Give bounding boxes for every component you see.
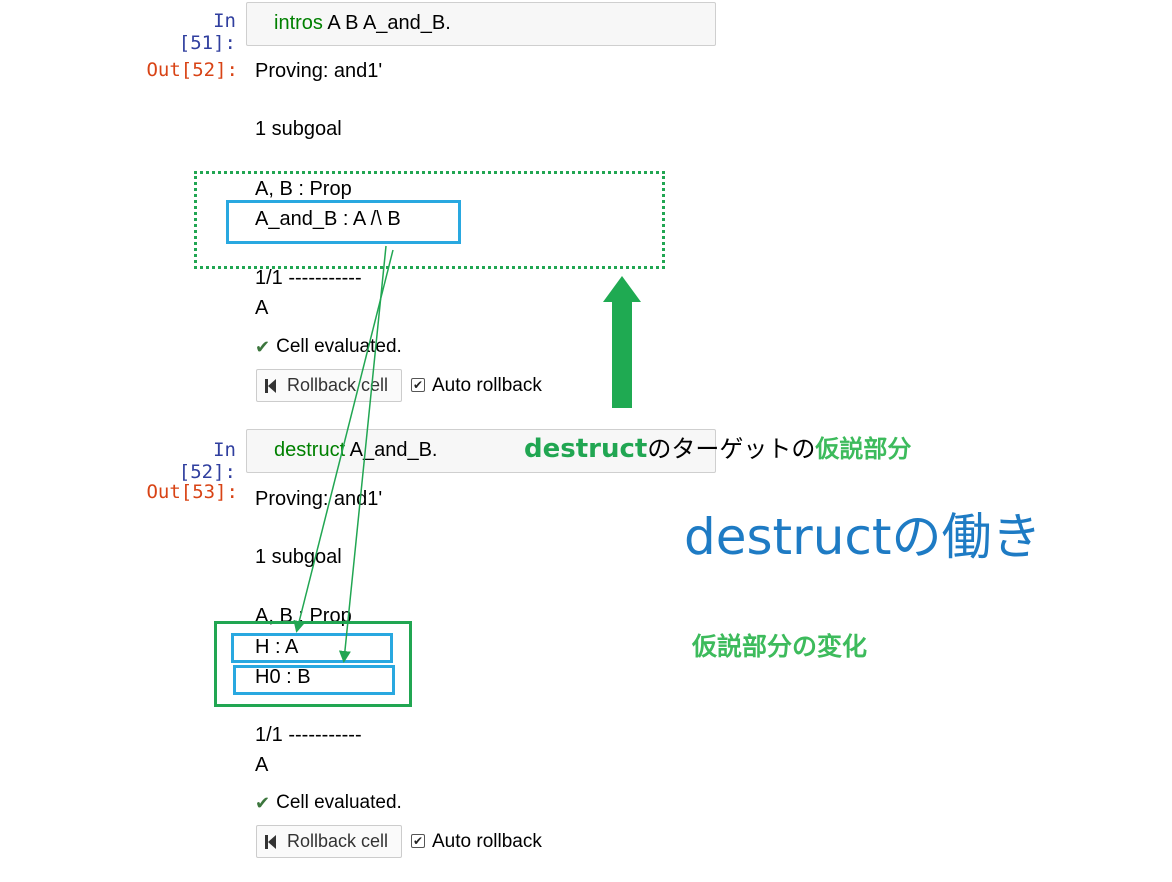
cell-status: ✔ Cell evaluated.	[255, 336, 402, 358]
change-annotation: 仮説部分の変化	[692, 632, 868, 661]
code-keyword: destruct	[274, 439, 346, 461]
goal-separator: 1/1 -----------	[255, 724, 362, 746]
rollback-cell-button[interactable]: Rollback cell	[256, 825, 402, 858]
rollback-label: Rollback cell	[287, 831, 389, 851]
page-title: destructの働き	[684, 508, 1042, 566]
annotation-end: 仮説部分	[815, 435, 912, 463]
goal-separator: 1/1 -----------	[255, 267, 362, 289]
goal-text: A	[255, 297, 269, 319]
out-prompt-52: Out[52]:	[146, 59, 238, 81]
code-rest: A B A_and_B.	[322, 12, 451, 34]
auto-rollback-label: Auto rollback	[432, 375, 542, 396]
status-text: Cell evaluated.	[276, 336, 402, 357]
code-keyword: intros	[274, 12, 323, 34]
in-prompt-52: In [52]:	[178, 439, 236, 483]
auto-rollback-checkbox[interactable]: ✔	[411, 834, 425, 848]
out-prompt-53: Out[53]:	[146, 481, 238, 503]
rollback-label: Rollback cell	[287, 375, 389, 395]
in-prompt-51: In [51]:	[178, 10, 236, 54]
auto-rollback-label: Auto rollback	[432, 831, 542, 852]
subgoal-text: 1 subgoal	[255, 118, 342, 140]
rollback-cell-button[interactable]: Rollback cell	[256, 369, 402, 402]
status-text: Cell evaluated.	[276, 792, 402, 813]
target-annotation: destructのターゲットの仮説部分	[524, 429, 911, 464]
subgoal-text: 1 subgoal	[255, 546, 342, 568]
rollback-icon	[265, 834, 277, 849]
annotation-keyword: destruct	[524, 434, 648, 464]
check-icon: ✔	[255, 792, 271, 813]
check-icon: ✔	[255, 336, 271, 357]
proving-text: Proving: and1'	[255, 60, 383, 82]
annotation-mid: のターゲットの	[647, 435, 816, 463]
target-hypothesis-highlight	[226, 200, 461, 244]
new-hypothesis-h0-highlight	[233, 665, 395, 695]
new-hypothesis-h-highlight	[231, 633, 393, 663]
code-rest: A_and_B.	[345, 439, 438, 461]
cell-status: ✔ Cell evaluated.	[255, 792, 402, 814]
proving-text: Proving: and1'	[255, 488, 383, 510]
input-cell-51[interactable]: intros A B A_and_B.	[246, 2, 716, 46]
goal-text: A	[255, 754, 269, 776]
rollback-icon	[265, 378, 277, 393]
auto-rollback-checkbox[interactable]: ✔	[411, 378, 425, 392]
